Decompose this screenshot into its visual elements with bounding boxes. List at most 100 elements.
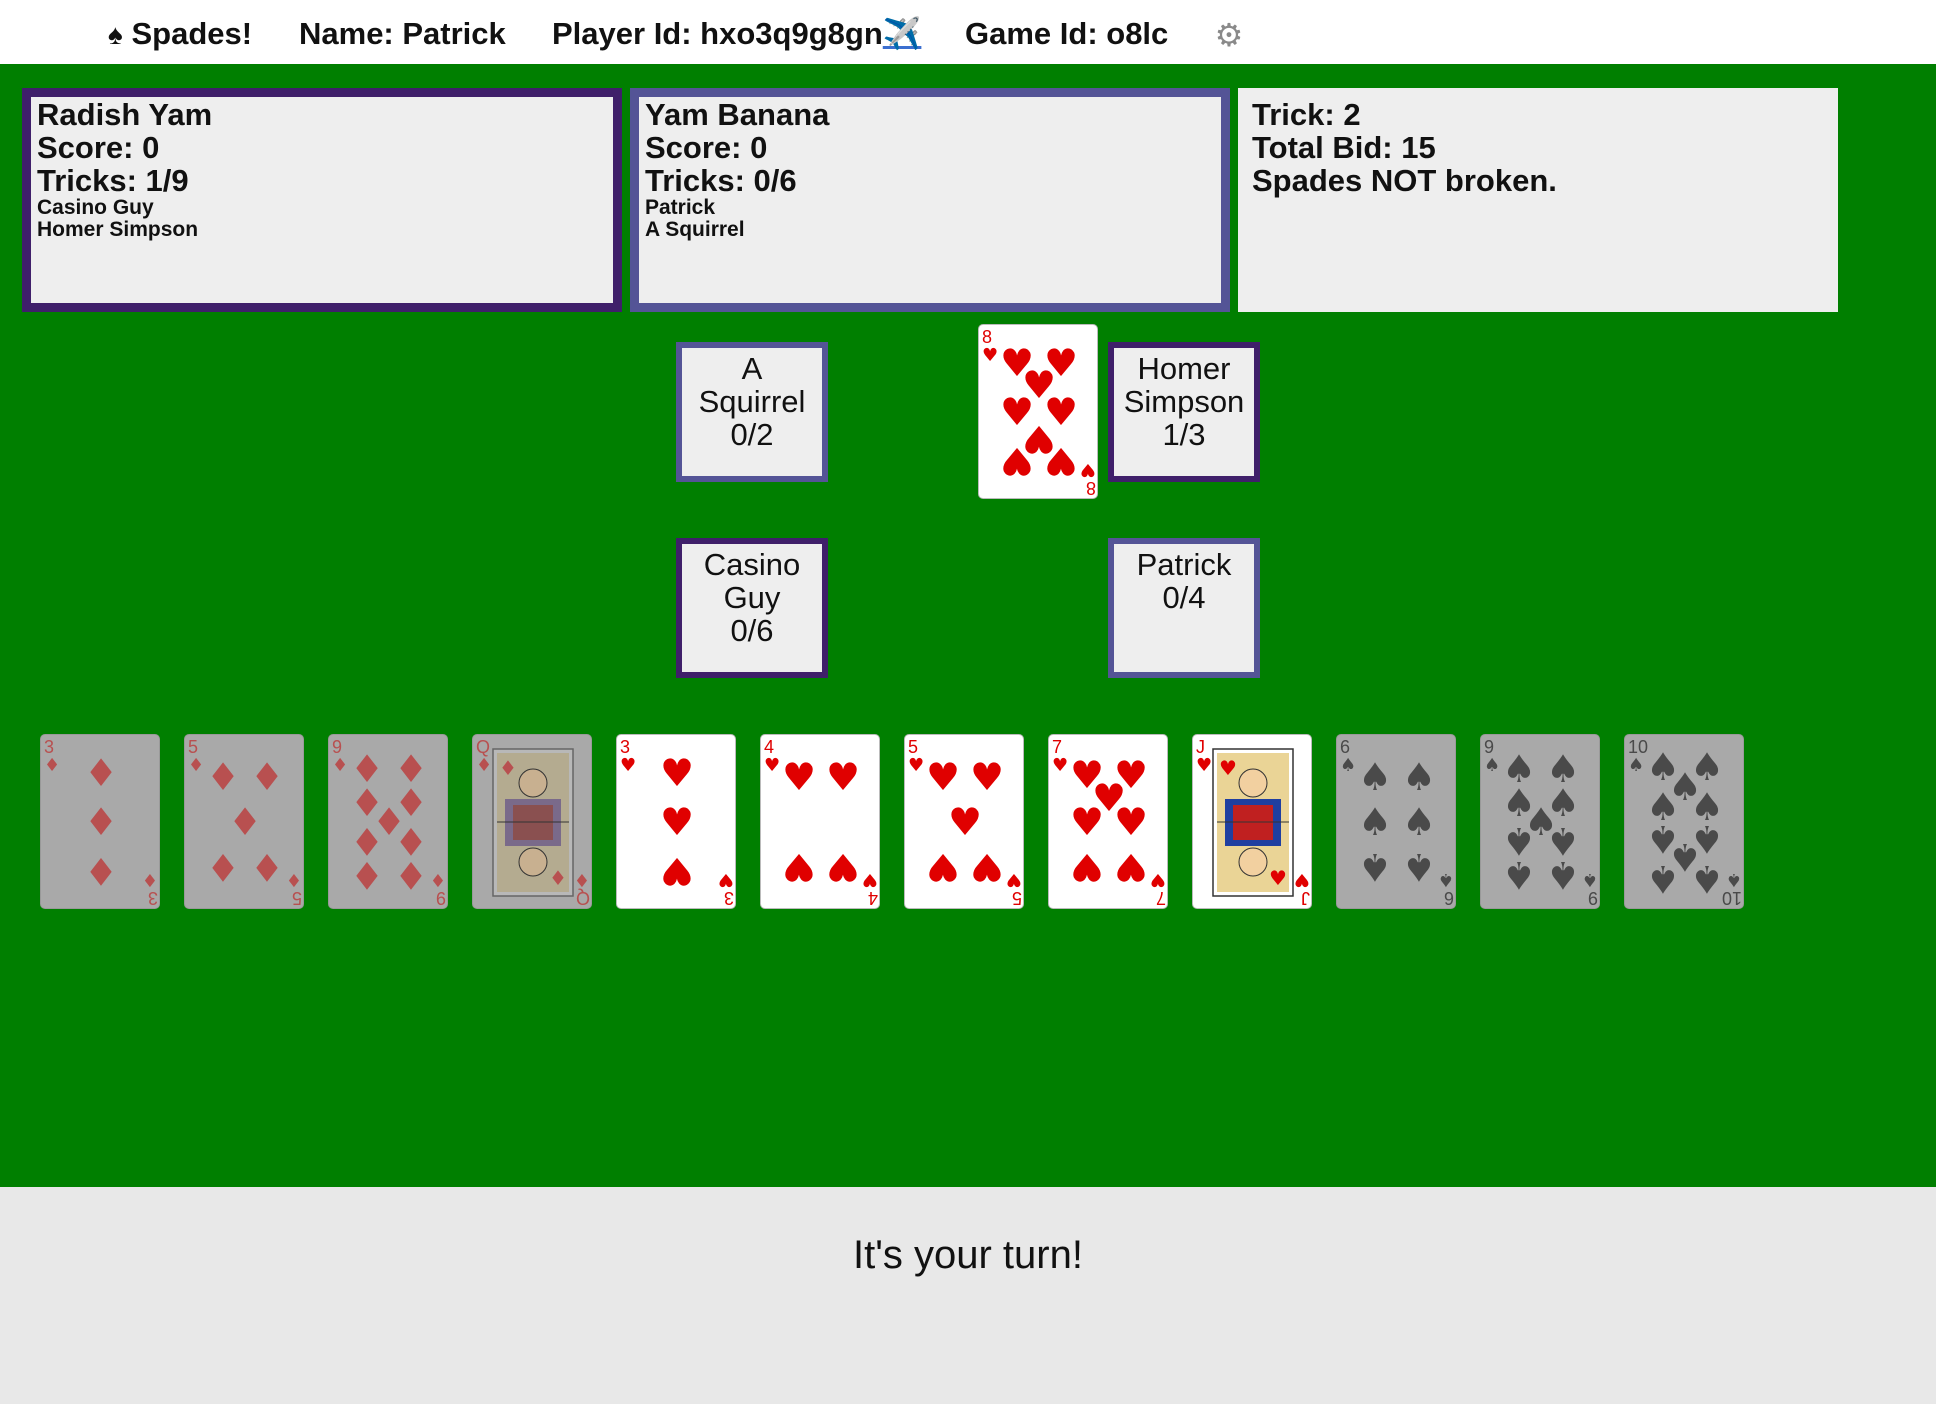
- spade-pip-icon: ♠: [1402, 800, 1436, 844]
- card-suit-icon: ♠: [1628, 755, 1644, 776]
- hand-card-j-of-hearts[interactable]: J ♥ J ♥ ♥ ♥: [1192, 734, 1312, 909]
- heart-pip-icon: ♥: [826, 755, 860, 799]
- heart-pip-icon: ♥: [782, 755, 816, 799]
- card-face: 7♥7♥♥ ♥♥♥ ♥♥ ♥: [1052, 737, 1166, 908]
- svg-text:♠: ♠: [1582, 869, 1598, 890]
- svg-text:♥: ♥: [1219, 756, 1237, 780]
- card-corner-index: J♥: [1294, 869, 1310, 908]
- card-face: 5♦5♦♦ ♦♦♦ ♦: [188, 737, 302, 908]
- spade-pip-icon: ♠: [1402, 845, 1436, 889]
- app-title-text: Spades!: [131, 16, 253, 51]
- heart-pip-icon: ♥: [660, 800, 694, 844]
- svg-text:♥: ♥: [862, 869, 878, 890]
- card-face: 9♠9♠♠ ♠♠ ♠♠♠ ♠♠ ♠: [1484, 737, 1598, 908]
- top-bar: ♠ Spades! Name: Patrick Player Id: hxo3q…: [0, 0, 1936, 64]
- heart-pip-icon: ♥: [660, 849, 694, 893]
- svg-text:♦: ♦: [549, 866, 567, 890]
- card-rank: 7: [1052, 737, 1062, 757]
- seat-a-squirrel: A Squirrel 0/2: [676, 342, 828, 482]
- seat-tricks: 0/4: [1162, 580, 1206, 615]
- diamond-pip-icon: ♦: [394, 853, 428, 897]
- seat-name: Simpson: [1123, 384, 1245, 419]
- spade-pip-icon: ♠: [1358, 800, 1392, 844]
- diamond-pip-icon: ♦: [228, 800, 262, 844]
- card-suit-icon: ♥: [764, 755, 780, 776]
- heart-pip-icon: ♥: [1044, 439, 1078, 483]
- heart-pip-icon: ♥: [1114, 845, 1148, 889]
- card-face: 10♠10♠♠ ♠♠♠ ♠♠ ♠♠♠ ♠: [1628, 737, 1742, 908]
- card-corner-index: 8♥: [1080, 459, 1096, 498]
- hand-card-3-of-diamonds: 3 ♦ 3 ♦ ♦ ♦ ♦: [40, 734, 160, 909]
- card-face: 8♥8♥♥ ♥♥♥ ♥♥♥ ♥: [982, 327, 1096, 498]
- heart-pip-icon: ♥: [1070, 845, 1104, 889]
- hand-card-5-of-hearts[interactable]: 5 ♥ 5 ♥ ♥ ♥ ♥ ♥ ♥: [904, 734, 1024, 909]
- hand-card-7-of-hearts[interactable]: 7 ♥ 7 ♥ ♥ ♥ ♥ ♥ ♥ ♥ ♥: [1048, 734, 1168, 909]
- card-rank: 9: [332, 737, 342, 757]
- player-id: Player Id: hxo3q9g8gn: [552, 16, 883, 51]
- seat-name: Guy: [723, 580, 781, 615]
- hand-card-6-of-spades: 6 ♠ 6 ♠ ♠ ♠ ♠ ♠ ♠ ♠: [1336, 734, 1456, 909]
- team-name: Radish Yam: [37, 97, 213, 132]
- card-face: 5♥5♥♥ ♥♥♥ ♥: [908, 737, 1022, 908]
- team-tricks: Tricks: 0/6: [645, 163, 797, 198]
- svg-text:♦: ♦: [142, 869, 158, 890]
- status-message: It's your turn!: [853, 1233, 1083, 1277]
- heart-pip-icon: ♥: [1000, 439, 1034, 483]
- svg-text:♠: ♠: [1726, 869, 1742, 890]
- svg-text:Q: Q: [576, 888, 590, 908]
- diamond-pip-icon: ♦: [84, 849, 118, 893]
- heart-pip-icon: ♥: [826, 845, 860, 889]
- svg-text:4: 4: [868, 888, 878, 908]
- hand-card-4-of-hearts[interactable]: 4 ♥ 4 ♥ ♥ ♥ ♥ ♥: [760, 734, 880, 909]
- svg-text:3: 3: [724, 888, 734, 908]
- svg-text:8: 8: [1086, 478, 1096, 498]
- played-card: 8 ♥ 8 ♥ ♥ ♥ ♥ ♥ ♥ ♥ ♥ ♥: [978, 324, 1098, 499]
- card-face: Q♦Q♦♦♦: [476, 737, 590, 908]
- team-member: Homer Simpson: [37, 218, 199, 241]
- card-face: 3♦3♦♦♦♦: [44, 737, 158, 908]
- heart-pip-icon: ♥: [660, 751, 694, 795]
- team-member: Patrick: [645, 196, 716, 219]
- svg-text:9: 9: [436, 888, 446, 908]
- card-rank: 6: [1340, 737, 1350, 757]
- card-rank: Q: [476, 737, 490, 757]
- diamond-pip-icon: ♦: [250, 755, 284, 799]
- team-tricks: Tricks: 1/9: [37, 163, 189, 198]
- seat-homer-simpson: Homer Simpson 1/3: [1108, 342, 1260, 482]
- svg-text:♥: ♥: [1150, 869, 1166, 890]
- app-title: ♠ Spades!: [108, 18, 252, 49]
- seat-name: A: [741, 351, 763, 386]
- player-name: Name: Patrick: [299, 16, 506, 51]
- card-suit-icon: ♠: [1340, 755, 1356, 776]
- hand-card-q-of-diamonds: Q ♦ Q ♦ ♦ ♦: [472, 734, 592, 909]
- card-suit-icon: ♥: [982, 345, 998, 366]
- card-rank: J: [1196, 737, 1205, 757]
- plane-icon[interactable]: ✈️: [883, 16, 922, 51]
- gear-icon[interactable]: ⚙: [1212, 18, 1246, 52]
- seat-tricks: 0/6: [730, 613, 774, 648]
- seat-tricks: 0/2: [730, 417, 774, 452]
- card-suit-icon: ♦: [44, 755, 60, 776]
- card-corner-index: 9♠: [1582, 869, 1598, 908]
- card-corner-index: 3♥: [718, 869, 734, 908]
- hand-card-5-of-diamonds: 5 ♦ 5 ♦ ♦ ♦ ♦ ♦ ♦: [184, 734, 304, 909]
- svg-text:7: 7: [1156, 888, 1166, 908]
- svg-text:♦: ♦: [430, 869, 446, 890]
- hand-card-3-of-hearts[interactable]: 3 ♥ 3 ♥ ♥ ♥ ♥: [616, 734, 736, 909]
- spades-status: Spades NOT broken.: [1252, 163, 1557, 198]
- game-info-panel: Trick: 2 Total Bid: 15 Spades NOT broken…: [1238, 88, 1838, 312]
- heart-pip-icon: ♥: [970, 755, 1004, 799]
- card-corner-index: 7♥: [1150, 869, 1166, 908]
- card-face: 6♠6♠♠ ♠♠ ♠♠ ♠: [1340, 737, 1454, 908]
- card-suit-icon: ♦: [188, 755, 204, 776]
- queen-face-icon: ♦♦: [492, 748, 574, 897]
- team-panel-radish-yam: Radish Yam Score: 0 Tricks: 1/9 Casino G…: [22, 88, 622, 312]
- card-rank: 4: [764, 737, 774, 757]
- team-member: Casino Guy: [37, 196, 154, 219]
- svg-text:♦: ♦: [574, 869, 590, 890]
- card-suit-icon: ♦: [332, 755, 348, 776]
- jack-face-icon: ♥♥: [1212, 748, 1294, 897]
- hand-card-9-of-diamonds: 9 ♦ 9 ♦ ♦ ♦ ♦ ♦ ♦ ♦ ♦ ♦ ♦: [328, 734, 448, 909]
- card-corner-index: 3♦: [142, 869, 158, 908]
- svg-text:♥: ♥: [1269, 866, 1287, 890]
